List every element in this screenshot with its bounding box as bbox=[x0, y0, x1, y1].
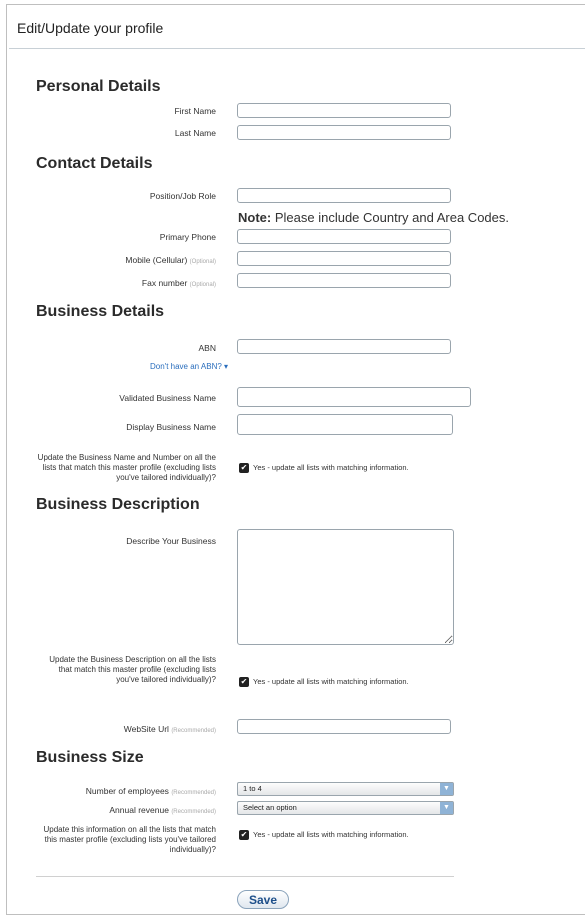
website-url-label-text: WebSite Url bbox=[123, 724, 169, 734]
form-divider bbox=[36, 876, 454, 877]
display-business-name-label: Display Business Name bbox=[126, 422, 216, 432]
update-business-name-checkbox-label: Yes - update all lists with matching inf… bbox=[253, 463, 409, 473]
phone-note: Note: Please include Country and Area Co… bbox=[238, 210, 509, 225]
section-personal-details: Personal Details bbox=[36, 78, 161, 95]
update-description-label: Update the Business Description on all t… bbox=[49, 655, 216, 684]
save-button[interactable]: Save bbox=[237, 890, 289, 909]
employees-label: Number of employees (Recommended) bbox=[86, 786, 216, 796]
section-business-size: Business Size bbox=[36, 749, 144, 766]
update-size-label: Update this information on all the lists… bbox=[43, 825, 216, 854]
describe-business-label: Describe Your Business bbox=[126, 536, 216, 546]
update-description-checkbox[interactable]: ✔ Yes - update all lists with matching in… bbox=[239, 673, 409, 691]
section-business-description: Business Description bbox=[36, 496, 200, 513]
first-name-label: First Name bbox=[174, 106, 216, 116]
fax-label: Fax number (Optional) bbox=[142, 278, 216, 288]
primary-phone-input[interactable] bbox=[237, 229, 451, 244]
website-url-input[interactable] bbox=[237, 719, 451, 734]
abn-label: ABN bbox=[198, 343, 216, 353]
mobile-input[interactable] bbox=[237, 251, 451, 266]
update-business-name-label: Update the Business Name and Number on a… bbox=[37, 453, 216, 482]
fax-label-text: Fax number bbox=[141, 278, 188, 288]
employees-selected-value: 1 to 4 bbox=[243, 784, 262, 793]
page-title: Edit/Update your profile bbox=[17, 20, 164, 36]
last-name-input[interactable] bbox=[237, 125, 451, 140]
website-recommended-hint: (Recommended) bbox=[171, 728, 216, 734]
abn-input[interactable] bbox=[237, 339, 451, 354]
primary-phone-label: Primary Phone bbox=[159, 232, 216, 242]
annual-revenue-label-text: Annual revenue bbox=[109, 805, 169, 815]
annual-revenue-label: Annual revenue (Recommended) bbox=[109, 805, 216, 815]
chevron-down-icon[interactable]: ▼ bbox=[440, 802, 453, 814]
fax-optional-hint: (Optional) bbox=[189, 282, 216, 288]
validated-business-name-label: Validated Business Name bbox=[119, 393, 216, 403]
validated-business-name-input[interactable] bbox=[237, 387, 471, 407]
employees-select[interactable]: 1 to 4 ▼ bbox=[237, 782, 454, 796]
annual-revenue-select[interactable]: Select an option ▼ bbox=[237, 801, 454, 815]
title-divider bbox=[9, 48, 585, 49]
display-business-name-input[interactable] bbox=[237, 414, 453, 435]
update-business-name-checkbox[interactable]: ✔ Yes - update all lists with matching in… bbox=[239, 459, 409, 477]
last-name-label: Last Name bbox=[174, 128, 216, 138]
check-icon[interactable]: ✔ bbox=[239, 676, 249, 687]
mobile-optional-hint: (Optional) bbox=[189, 259, 216, 265]
update-description-checkbox-label: Yes - update all lists with matching inf… bbox=[253, 677, 409, 687]
website-url-label: WebSite Url (Recommended) bbox=[124, 724, 216, 734]
note-label: Note: bbox=[238, 210, 272, 225]
mobile-label: Mobile (Cellular) (Optional) bbox=[125, 255, 216, 265]
section-contact-details: Contact Details bbox=[36, 155, 153, 172]
employees-label-text: Number of employees bbox=[85, 786, 169, 796]
check-icon[interactable]: ✔ bbox=[239, 829, 249, 840]
fax-input[interactable] bbox=[237, 273, 451, 288]
position-input[interactable] bbox=[237, 188, 451, 203]
update-size-checkbox[interactable]: ✔ Yes - update all lists with matching in… bbox=[239, 826, 409, 844]
annual-revenue-selected-value: Select an option bbox=[243, 803, 297, 812]
position-label: Position/Job Role bbox=[149, 191, 216, 201]
annual-revenue-recommended-hint: (Recommended) bbox=[171, 809, 216, 815]
check-icon[interactable]: ✔ bbox=[239, 462, 249, 473]
section-business-details: Business Details bbox=[36, 303, 165, 320]
no-abn-link[interactable]: Don't have an ABN? ▾ bbox=[150, 362, 228, 371]
mobile-label-text: Mobile (Cellular) bbox=[125, 255, 188, 265]
note-text: Please include Country and Area Codes. bbox=[274, 210, 509, 225]
employees-recommended-hint: (Recommended) bbox=[171, 790, 216, 796]
update-size-checkbox-label: Yes - update all lists with matching inf… bbox=[253, 830, 409, 840]
describe-business-textarea[interactable] bbox=[237, 529, 454, 645]
chevron-down-icon[interactable]: ▼ bbox=[440, 783, 453, 795]
first-name-input[interactable] bbox=[237, 103, 451, 118]
